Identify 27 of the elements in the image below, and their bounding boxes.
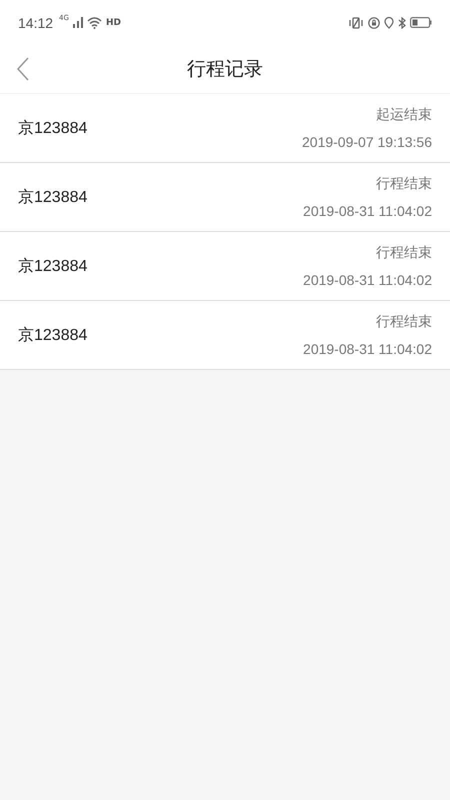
location-icon	[384, 16, 394, 28]
wifi-icon	[86, 16, 102, 28]
battery-icon	[410, 17, 432, 28]
trip-row[interactable]: 京123884 行程结束 2019-08-31 11:04:02	[0, 232, 450, 301]
trip-row[interactable]: 京123884 行程结束 2019-08-31 11:04:02	[0, 163, 450, 232]
trip-time: 2019-08-31 11:04:02	[303, 341, 432, 357]
trip-status: 行程结束	[376, 244, 432, 262]
trip-row[interactable]: 京123884 起运结束 2019-09-07 19:13:56	[0, 94, 450, 163]
trip-status: 起运结束	[376, 106, 432, 124]
trip-row[interactable]: 京123884 行程结束 2019-08-31 11:04:02	[0, 301, 450, 370]
bluetooth-icon	[398, 16, 406, 28]
trip-status: 行程结束	[376, 313, 432, 331]
plate-number: 京123884	[18, 326, 88, 346]
trip-time: 2019-08-31 11:04:02	[303, 203, 432, 219]
trip-time: 2019-09-07 19:13:56	[302, 134, 432, 150]
hd-indicator: HD	[106, 18, 121, 28]
vibrate-icon	[348, 16, 364, 28]
trip-status: 行程结束	[376, 175, 432, 193]
page-title: 行程记录	[187, 57, 263, 82]
plate-number: 京123884	[18, 256, 88, 276]
lock-icon	[368, 16, 380, 28]
status-time: 14:12	[18, 14, 54, 30]
trip-time: 2019-08-31 11:04:02	[303, 272, 432, 288]
back-icon	[16, 57, 30, 81]
signal-icon	[72, 17, 83, 28]
plate-number: 京123884	[18, 118, 88, 138]
plate-number: 京123884	[18, 188, 88, 208]
